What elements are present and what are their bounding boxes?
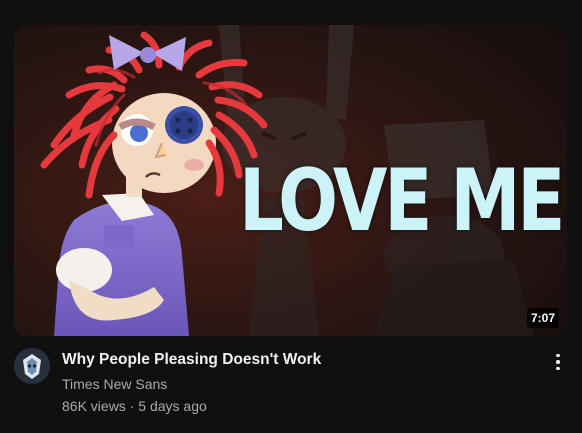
video-details: Why People Pleasing Doesn't Work Times N… bbox=[62, 350, 532, 416]
upload-age: 5 days ago bbox=[138, 398, 207, 414]
channel-name[interactable]: Times New Sans bbox=[62, 374, 532, 394]
video-title[interactable]: Why People Pleasing Doesn't Work bbox=[62, 350, 532, 370]
thumbnail-caption: LOVE ME. bbox=[239, 151, 567, 251]
video-thumbnail[interactable]: LOVE ME. 7:07 bbox=[14, 25, 567, 336]
view-count: 86K views bbox=[62, 398, 126, 414]
stats-separator: · bbox=[129, 398, 135, 414]
vertical-ellipsis-icon bbox=[556, 353, 560, 371]
video-card: LOVE ME. 7:07 Why People Pleasing Doesn'… bbox=[0, 0, 582, 433]
more-actions-button[interactable] bbox=[546, 350, 570, 374]
video-stats: 86K views · 5 days ago bbox=[62, 396, 532, 416]
channel-avatar-icon bbox=[14, 348, 50, 384]
duration-badge: 7:07 bbox=[526, 308, 559, 328]
channel-avatar[interactable] bbox=[14, 348, 50, 384]
